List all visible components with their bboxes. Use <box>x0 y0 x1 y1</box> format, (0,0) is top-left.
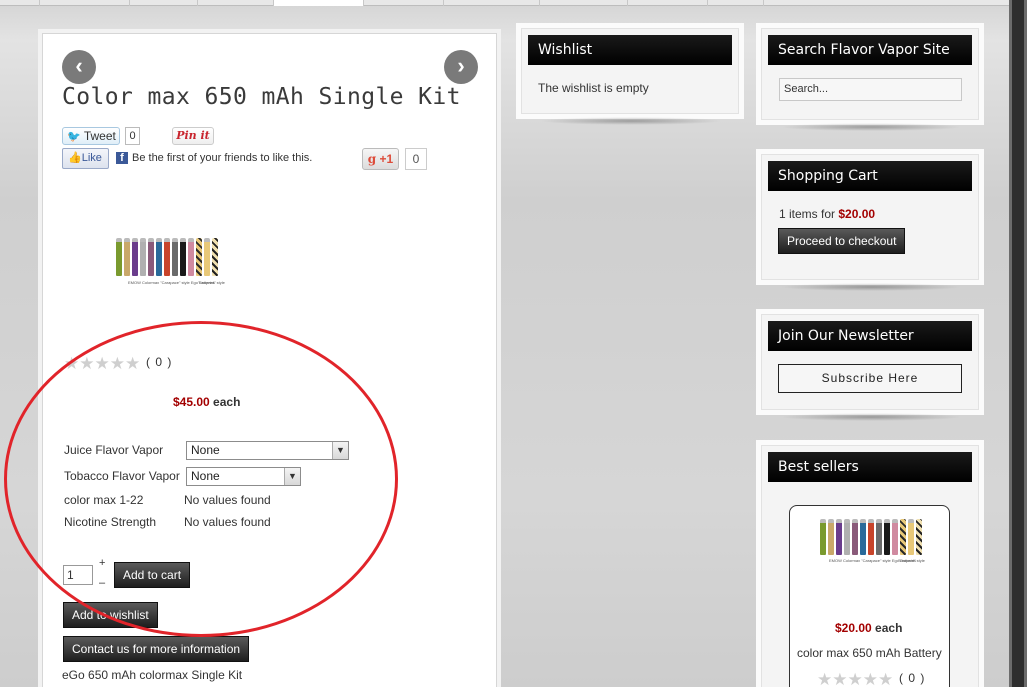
battery-swatch <box>820 519 826 555</box>
top-navigation-bar <box>0 0 1027 6</box>
best-sellers-title: Best sellers <box>768 452 972 482</box>
battery-swatch <box>900 519 906 555</box>
widget-shadow <box>780 123 962 131</box>
battery-swatch <box>212 238 218 276</box>
battery-swatch <box>124 238 130 276</box>
battery-swatch <box>164 238 170 276</box>
battery-swatch <box>156 238 162 276</box>
proceed-to-checkout-button[interactable]: Proceed to checkout <box>778 228 906 254</box>
scrollbar-track[interactable] <box>1012 0 1024 687</box>
battery-swatch <box>116 238 122 276</box>
image-caption: "Leopard" style <box>898 558 925 563</box>
search-title: Search Flavor Vapor Site <box>768 35 972 65</box>
wishlist-title: Wishlist <box>528 35 732 65</box>
battery-swatch <box>868 519 874 555</box>
tweet-count: 0 <box>125 127 140 145</box>
battery-swatch <box>828 519 834 555</box>
wishlist-widget: Wishlist <box>521 28 739 114</box>
battery-swatch <box>884 519 890 555</box>
newsletter-widget: Join Our Newsletter <box>761 314 979 410</box>
tweet-button[interactable]: 🐦 Tweet <box>62 127 120 145</box>
best-seller-image[interactable] <box>820 519 922 555</box>
battery-swatch <box>188 238 194 276</box>
next-product-arrow-icon[interactable]: › <box>444 50 478 84</box>
twitter-bird-icon: 🐦 <box>67 131 81 143</box>
star-icon[interactable]: ★ <box>817 671 832 687</box>
cart-summary: 1 items for $20.00 <box>779 207 875 221</box>
vertical-scrollbar[interactable] <box>1009 0 1027 687</box>
best-seller-price: $20.00 each <box>835 621 902 635</box>
widget-shadow <box>780 283 962 291</box>
nav-segment[interactable] <box>540 0 628 6</box>
nav-segment[interactable] <box>130 0 198 6</box>
nav-segment[interactable] <box>40 0 130 6</box>
image-caption: "Leopard" style <box>198 280 225 285</box>
previous-product-arrow-icon[interactable]: ‹ <box>62 50 96 84</box>
battery-swatch <box>852 519 858 555</box>
nav-segment[interactable] <box>364 0 444 6</box>
price-amount: $20.00 <box>835 621 872 635</box>
search-widget: Search Flavor Vapor Site <box>761 28 979 120</box>
battery-swatch <box>132 238 138 276</box>
nav-segment[interactable] <box>198 0 274 6</box>
battery-swatch <box>908 519 914 555</box>
subscribe-button[interactable]: Subscribe Here <box>778 364 962 393</box>
like-label: Like <box>81 152 102 164</box>
battery-swatch <box>196 238 202 276</box>
facebook-icon: f <box>116 152 128 164</box>
product-description: eGo 650 mAh colormax Single Kit <box>62 668 243 682</box>
battery-swatch <box>916 519 922 555</box>
cart-items-text: 1 items for <box>779 207 836 221</box>
battery-swatch <box>892 519 898 555</box>
wishlist-empty-text: The wishlist is empty <box>538 81 649 95</box>
search-input[interactable]: Search... <box>779 78 962 101</box>
best-seller-rating-count: ( 0 ) <box>899 671 926 685</box>
star-icon[interactable]: ★ <box>832 671 847 687</box>
battery-swatch <box>148 238 154 276</box>
widget-shadow <box>780 413 962 421</box>
gplus-count: 0 <box>405 148 427 170</box>
contact-us-button[interactable]: Contact us for more information <box>63 636 250 662</box>
star-icon[interactable]: ★ <box>848 671 863 687</box>
star-icon[interactable]: ★ <box>878 671 893 687</box>
nav-segment[interactable] <box>0 0 40 6</box>
cart-title: Shopping Cart <box>768 161 972 191</box>
nav-segment[interactable] <box>708 0 764 6</box>
battery-swatch <box>180 238 186 276</box>
battery-swatch <box>204 238 210 276</box>
pinterest-pin-button[interactable]: Pin it <box>172 127 214 145</box>
tweet-label: Tweet <box>83 129 116 143</box>
product-title: Color max 650 mAh Single Kit <box>62 84 461 110</box>
battery-swatch <box>172 238 178 276</box>
google-plus-button[interactable]: g +1 <box>362 148 399 170</box>
thumbs-up-icon: 👍 <box>68 152 82 164</box>
facebook-like-button[interactable]: 👍Like <box>62 148 109 169</box>
gplus-label: +1 <box>379 152 394 166</box>
best-seller-name[interactable]: color max 650 mAh Battery <box>797 646 942 660</box>
facebook-like-text: Be the first of your friends to like thi… <box>132 152 313 164</box>
battery-swatch <box>876 519 882 555</box>
newsletter-title: Join Our Newsletter <box>768 321 972 351</box>
best-seller-rating-stars[interactable]: ★ ★ ★ ★ ★ <box>817 671 893 687</box>
price-unit: each <box>875 621 903 635</box>
highlight-ellipse <box>4 321 398 637</box>
battery-swatch <box>836 519 842 555</box>
product-image[interactable] <box>116 238 218 276</box>
star-icon[interactable]: ★ <box>863 671 878 687</box>
cart-total: $20.00 <box>838 207 876 221</box>
battery-swatch <box>844 519 850 555</box>
nav-segment[interactable] <box>628 0 708 6</box>
nav-segment-active[interactable] <box>274 0 364 6</box>
battery-swatch <box>140 238 146 276</box>
battery-swatch <box>860 519 866 555</box>
nav-segment[interactable] <box>444 0 540 6</box>
widget-shadow <box>540 117 722 125</box>
